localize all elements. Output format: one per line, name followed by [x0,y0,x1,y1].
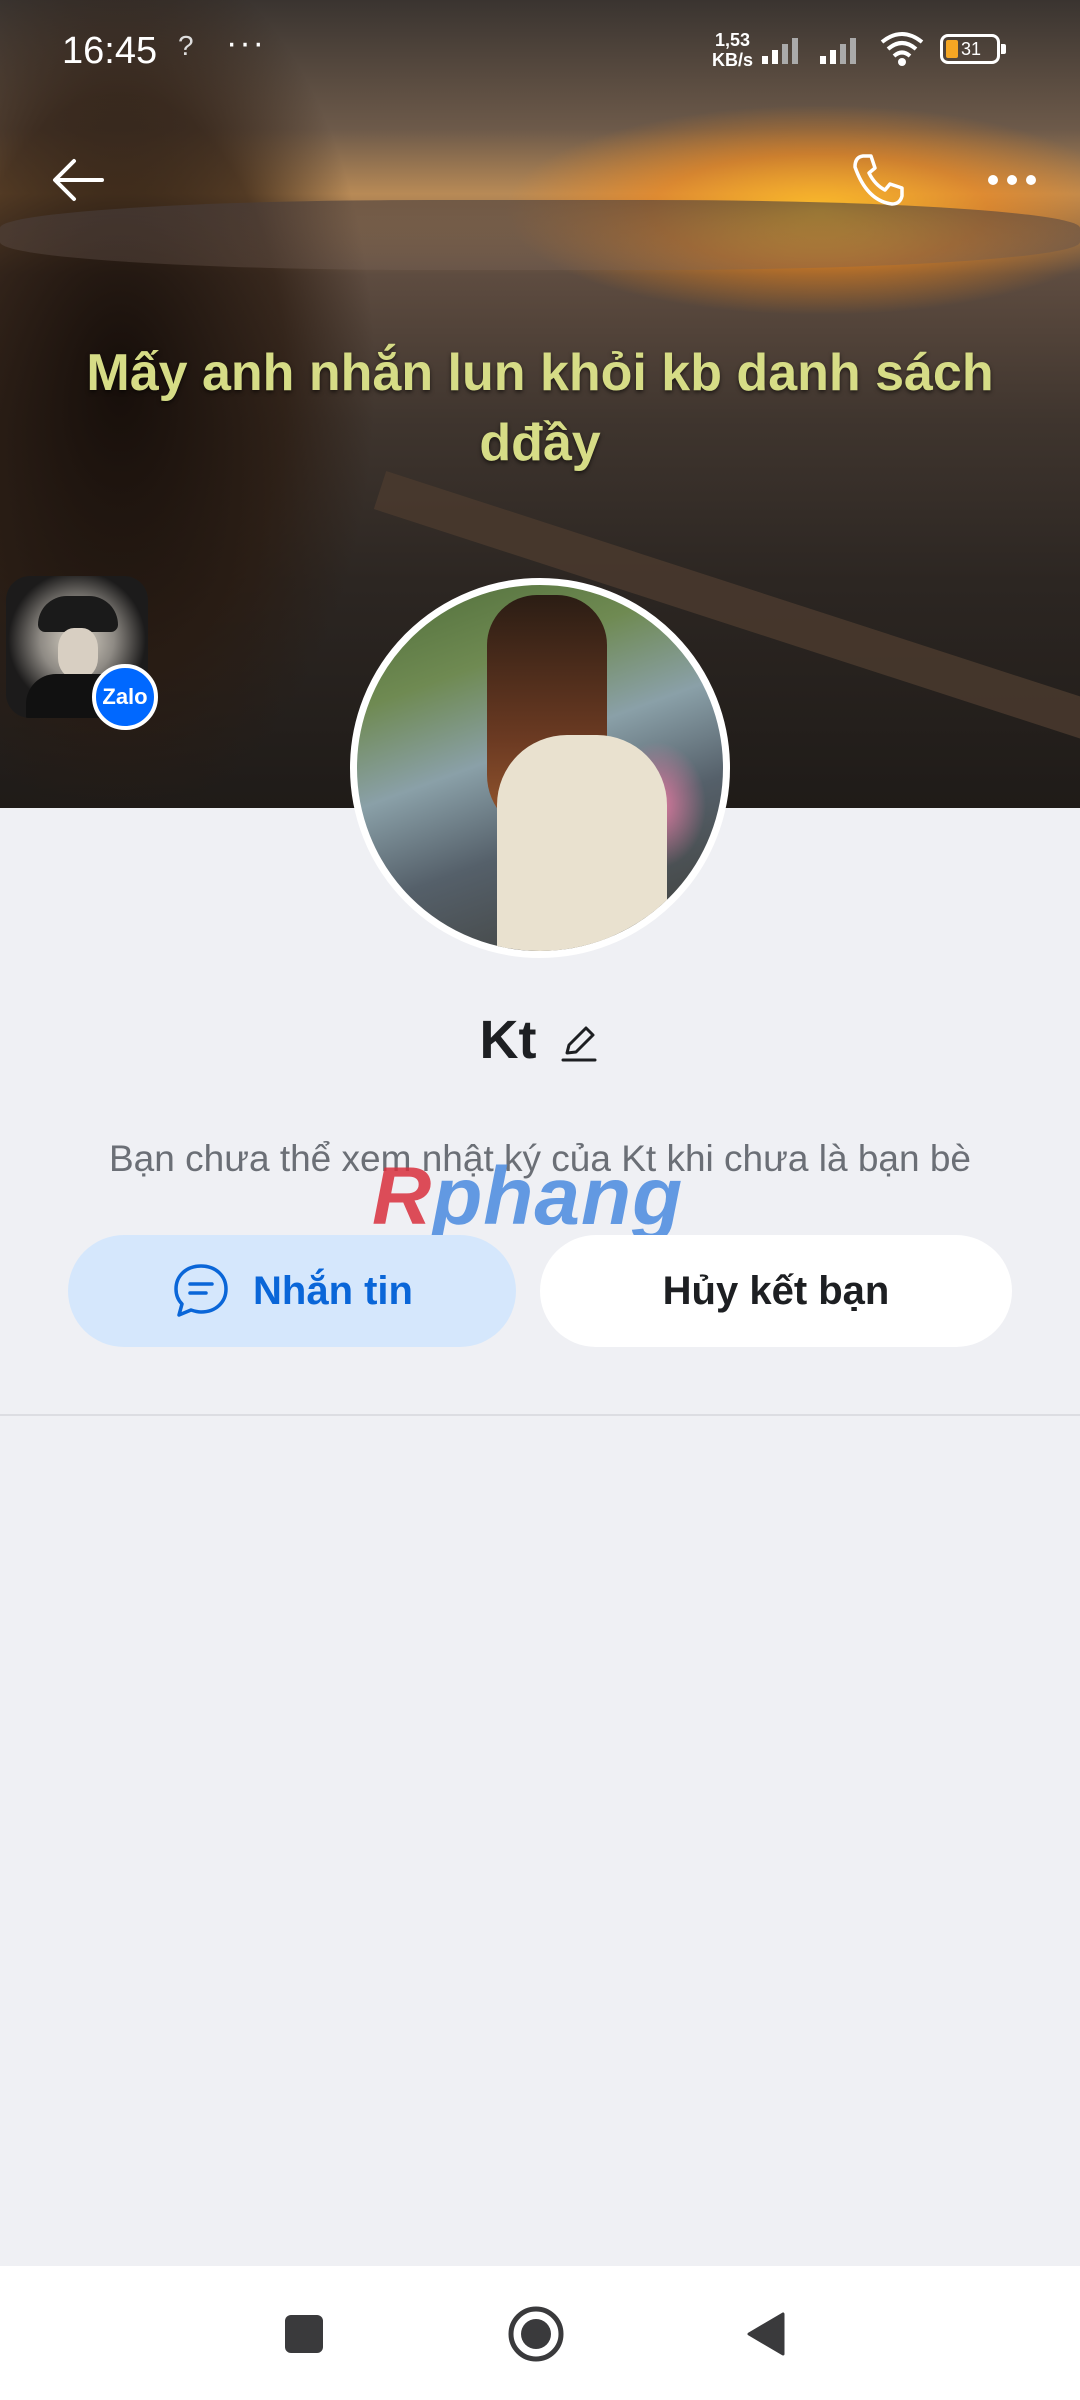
network-speed-unit: KB/s [712,50,754,70]
watermark-part1: R [372,1151,433,1242]
network-speed: 1,53 KB/s [712,30,753,70]
profile-name: Kt [479,1010,537,1070]
unfriend-button[interactable]: Hủy kết bạn [540,1235,1012,1347]
call-button[interactable] [838,140,918,220]
chat-bubble-icon [174,1264,228,1317]
cover-hills [0,200,1080,270]
profile-avatar[interactable] [350,578,730,958]
more-options-button[interactable] [972,140,1052,220]
battery-level: 31 [961,39,982,59]
nav-home-icon [508,2306,564,2362]
back-arrow-icon [53,159,104,201]
nav-recent-button[interactable] [264,2300,344,2368]
nav-home-button[interactable] [496,2300,576,2368]
cell-signal-2-icon [820,38,856,64]
status-signal-question: ? [178,30,194,61]
system-navigation-bar [0,2266,1080,2400]
network-speed-value: 1,53 [714,30,751,50]
status-bar: 16:45 ? ··· 1,53 KB/s 31 [0,0,1080,104]
status-time: 16:45 [62,30,158,72]
unfriend-label: Hủy kết bạn [662,1268,890,1313]
back-button[interactable] [38,140,118,220]
watermark-logo: Rphang [372,1150,683,1244]
edit-pencil-icon [561,1026,597,1062]
cover-caption: Mấy anh nhắn lun khỏi kb danh sách dđầy [86,344,994,472]
profile-name-row: Kt [0,1000,1080,1080]
edit-name-button[interactable] [558,1022,600,1064]
status-more-icon: ··· [226,24,266,62]
nav-back-button[interactable] [726,2300,806,2368]
nav-recent-icon [285,2315,323,2353]
battery-icon: 31 [940,34,1006,64]
phone-icon [853,154,904,206]
wifi-icon [880,32,924,66]
zalo-badge: Zalo [92,664,158,730]
more-dots-icon [988,175,1036,185]
nav-back-icon [747,2312,785,2356]
watermark-part2: phang [432,1151,684,1242]
send-message-button[interactable]: Nhắn tin [68,1235,516,1347]
cell-signal-icon [762,38,798,64]
section-divider [0,1414,1080,1416]
send-message-label: Nhắn tin [253,1268,413,1313]
